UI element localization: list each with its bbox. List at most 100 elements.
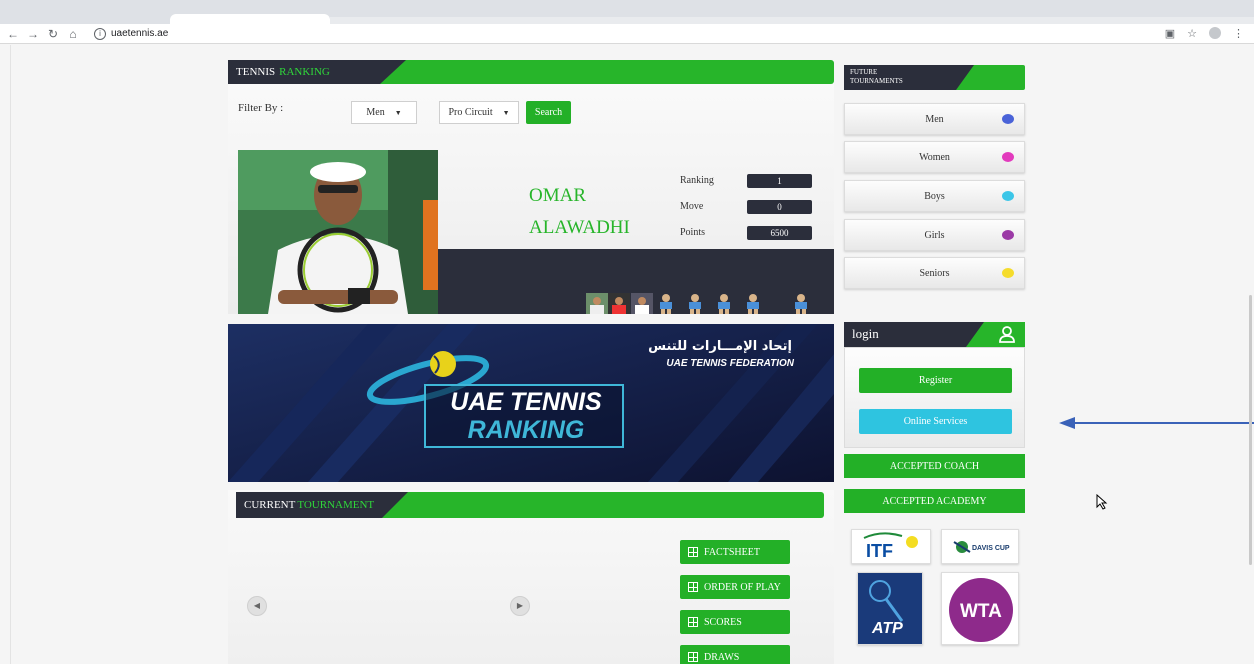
current-title-accent: TOURNAMENT [297,499,375,511]
info-icon[interactable]: i [94,27,106,40]
home-icon[interactable]: ⌂ [66,27,80,41]
browser-tab-strip-bg [330,17,1254,24]
browser-toolbar: ← → ↻ ⌂ i uaetennis.ae ▣ ☆ ⋮ [0,24,1254,44]
current-tournament-header: CURRENT TOURNAMENT [236,492,824,518]
current-title-text: CURRENT [244,499,296,511]
dot-icon [1002,152,1014,162]
player-photo [238,150,438,314]
move-value: 0 [747,200,812,214]
browser-tabstrip [0,0,1254,24]
category-women-button[interactable]: Women [844,141,1025,173]
profile-avatar-icon[interactable] [1209,27,1221,39]
login-body: Register Online Services [844,347,1025,448]
online-services-button[interactable]: Online Services [859,409,1012,434]
accepted-coach-button[interactable]: ACCEPTED COACH [844,454,1025,478]
future-tournaments-title: FUTURE TOURNAMENTS [844,65,974,90]
factsheet-label: FACTSHEET [704,546,760,558]
login-header: login [844,322,1025,347]
circuit-select[interactable]: Pro Circuit ▼ [439,101,519,124]
gender-select-value: Men [366,107,385,118]
browser-tab-active[interactable] [170,14,330,24]
federation-arabic-name: إتحاد الإمـــارات للتنس [648,339,792,354]
category-seniors-button[interactable]: Seniors [844,257,1025,289]
gender-select[interactable]: Men ▼ [351,101,417,124]
points-label: Points [680,227,706,238]
login-title: login [844,322,984,347]
accepted-academy-button[interactable]: ACCEPTED ACADEMY [844,489,1025,513]
translate-icon[interactable]: ▣ [1165,27,1175,40]
wta-logo[interactable]: WTA [941,572,1019,645]
category-girls-button[interactable]: Girls [844,219,1025,251]
category-women-label: Women [919,151,950,163]
points-value: 6500 [747,226,812,240]
register-button[interactable]: Register [859,368,1012,393]
ranking-title-text: TENNIS [236,66,276,78]
dot-icon [1002,191,1014,201]
table-icon [688,582,698,592]
category-girls-label: Girls [924,229,945,241]
atp-logo-text: ATP [871,620,903,637]
scores-label: SCORES [704,616,742,628]
draws-label: DRAWS [704,651,740,663]
caret-down-icon: ▼ [502,108,510,117]
player-placeholder-icon[interactable] [713,293,735,314]
filter-label: Filter By : [238,102,284,114]
caret-down-icon: ▼ [394,108,402,117]
order-of-play-button[interactable]: ORDER OF PLAY [680,575,790,599]
star-icon[interactable]: ☆ [1187,27,1197,40]
dot-icon [1002,230,1014,240]
player-thumb-3[interactable] [631,293,653,314]
player-thumb-1[interactable] [586,293,608,314]
davis-cup-logo[interactable]: DAVIS CUP [941,529,1019,564]
table-icon [688,652,698,662]
ranking-title-accent: RANKING [279,66,330,78]
chevron-right-icon[interactable]: ▶ [510,596,530,616]
arrow-left-icon[interactable]: ← [6,27,20,41]
player-last-name: ALAWADHI [529,217,630,238]
player-first-name: OMAR [529,185,587,206]
table-icon [688,547,698,557]
category-boys-label: Boys [924,190,945,202]
current-tournament-panel: CURRENT TOURNAMENT ◀ ▶ FACTSHEET ORDER O… [228,490,834,664]
player-placeholder-icon[interactable] [684,293,706,314]
chevron-left-icon[interactable]: ◀ [247,596,267,616]
player-thumb-2[interactable] [608,293,630,314]
wta-logo-text: WTA [960,601,1002,622]
address-bar[interactable]: uaetennis.ae [111,28,168,39]
category-men-button[interactable]: Men [844,103,1025,135]
federation-name: UAE TENNIS FEDERATION [666,358,794,369]
annotation-arrow-icon [1059,417,1254,429]
atp-logo[interactable]: ATP [857,572,923,645]
itf-logo[interactable]: ITF [851,529,931,564]
player-placeholder-icon[interactable] [742,293,764,314]
page-content: TENNIS RANKING Filter By : Men ▼ Pro Cir… [10,45,1254,664]
mouse-cursor-icon [1096,494,1108,510]
category-boys-button[interactable]: Boys [844,180,1025,212]
player-placeholder-icon[interactable] [655,293,677,314]
page-scrollbar[interactable] [1249,295,1252,565]
arrow-right-icon[interactable]: → [26,27,40,41]
factsheet-button[interactable]: FACTSHEET [680,540,790,564]
ranking-panel: TENNIS RANKING Filter By : Men ▼ Pro Cir… [228,60,834,314]
browser-actions: ▣ ☆ ⋮ [1165,27,1244,40]
banner-title-line2: RANKING [467,416,585,444]
future-tournaments-header: FUTURE TOURNAMENTS [844,65,1025,90]
category-men-label: Men [925,113,944,125]
dot-icon [1002,114,1014,124]
player-name: OMAR ALAWADHI [529,180,630,244]
draws-button[interactable]: DRAWS [680,645,790,664]
current-tournament-title: CURRENT TOURNAMENT [236,492,408,518]
banner-title-box: UAE TENNIS RANKING [424,384,624,448]
ranking-header: TENNIS RANKING [228,60,834,84]
search-button[interactable]: Search [526,101,571,124]
ranking-label: Ranking [680,175,714,186]
kebab-menu-icon[interactable]: ⋮ [1233,27,1244,40]
ranking-value: 1 [747,174,812,188]
player-placeholder-icon[interactable] [790,293,812,314]
order-of-play-label: ORDER OF PLAY [704,581,781,593]
user-icon [999,326,1015,343]
reload-icon[interactable]: ↻ [46,27,60,41]
itf-logo-text: ITF [866,541,893,561]
scores-button[interactable]: SCORES [680,610,790,634]
uae-tennis-banner[interactable]: إتحاد الإمـــارات للتنس UAE TENNIS FEDER… [228,324,834,482]
